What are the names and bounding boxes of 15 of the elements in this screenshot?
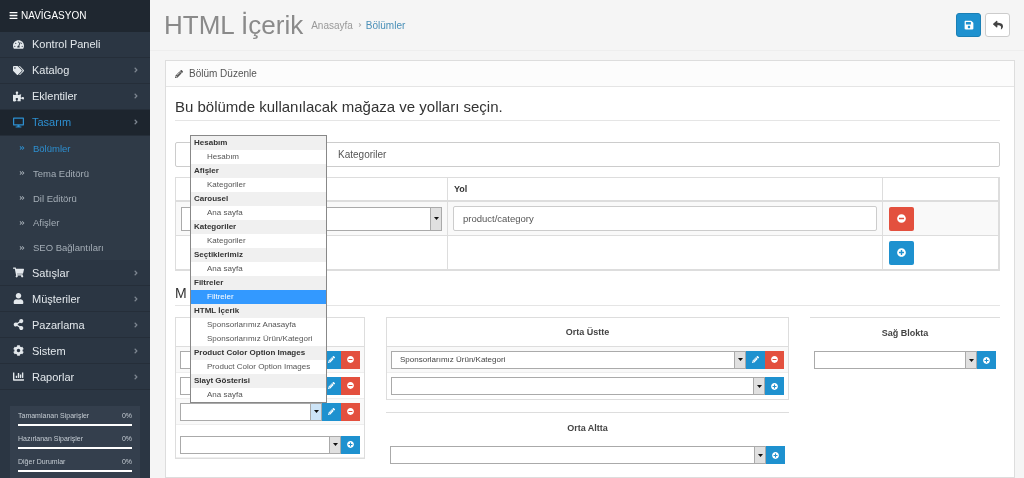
section-heading: Bu bölümde kullanılacak mağaza ve yolları seçin. (175, 87, 1000, 121)
option-group-label: Hesabım (191, 135, 326, 150)
nav-subitem[interactable]: SEO Bağlantıları (0, 235, 150, 261)
nav-subitem[interactable]: Dil Editörü (0, 185, 150, 211)
select-field[interactable]: Sponsorlarımız Ürün/Kategori (391, 350, 746, 369)
nav-subitem[interactable]: Afişler (0, 210, 150, 236)
column-header: Sağ Blokta (881, 327, 929, 338)
column-header: Orta Altta (567, 422, 608, 433)
nav-item[interactable]: Tasarım (0, 109, 150, 136)
panel-title: Bölüm Düzenle (189, 68, 257, 79)
column-header: Orta Üstte (565, 327, 610, 337)
page-title: HTML İçerik (164, 9, 304, 41)
sidebar-heading: NAVİGASYON (21, 10, 87, 22)
route-input[interactable]: product/category (453, 206, 877, 231)
nav-subitem[interactable]: Tema Editörü (0, 160, 150, 186)
